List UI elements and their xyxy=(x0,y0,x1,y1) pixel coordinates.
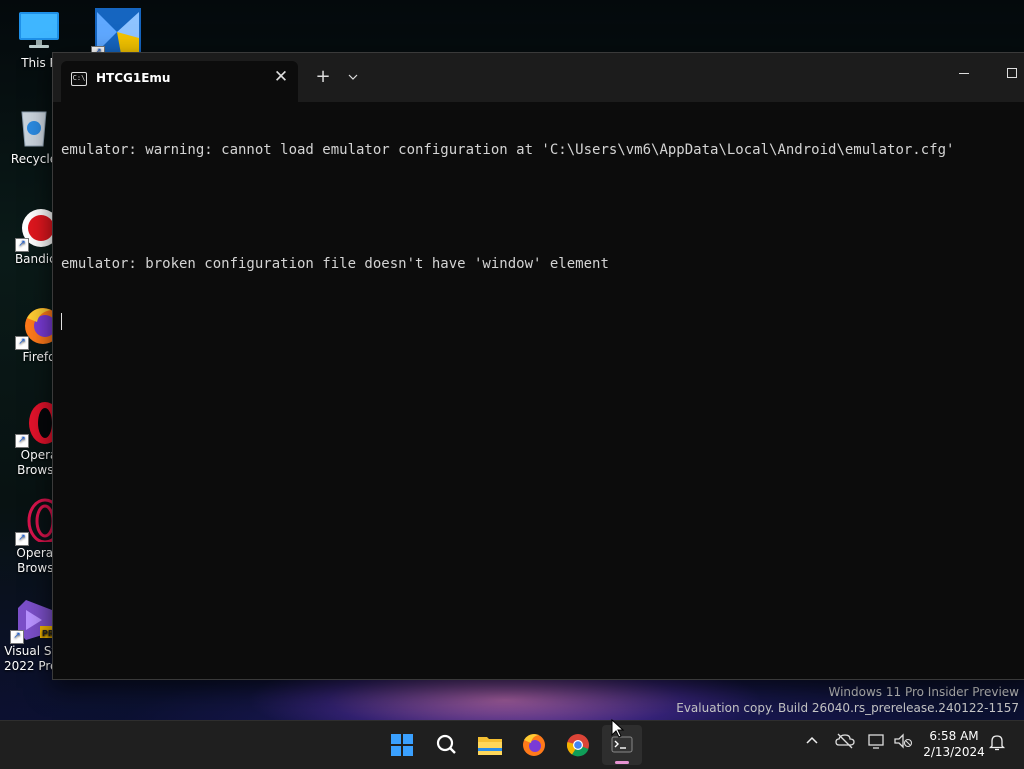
recycle-bin-icon xyxy=(12,104,56,148)
firefox-taskbar-button[interactable] xyxy=(514,725,554,765)
shortcut-arrow-icon: ↗ xyxy=(15,434,29,448)
start-icon xyxy=(391,734,413,756)
search-icon xyxy=(436,734,456,754)
terminal-window[interactable]: C:\ HTCG1Emu ✕ + emulator: warning: cann… xyxy=(52,52,1024,680)
mouse-pointer-icon xyxy=(611,719,625,738)
file-explorer-icon xyxy=(478,737,502,755)
chrome-icon xyxy=(566,734,589,757)
new-tab-button[interactable]: + xyxy=(312,66,334,88)
clock-date: 2/13/2024 xyxy=(923,745,985,759)
console-prompt-line[interactable] xyxy=(61,312,1024,331)
console-output[interactable]: emulator: warning: cannot load emulator … xyxy=(61,102,1024,679)
network-icon xyxy=(868,734,884,749)
tab-htcg1emu[interactable]: C:\ HTCG1Emu ✕ xyxy=(61,61,298,102)
search-button[interactable] xyxy=(426,725,466,765)
windows-watermark: Windows 11 Pro Insider Preview Evaluatio… xyxy=(676,685,1019,715)
file-explorer-button[interactable] xyxy=(470,725,510,765)
text-cursor xyxy=(61,312,62,330)
this-pc-icon xyxy=(17,8,61,52)
start-button[interactable] xyxy=(382,725,422,765)
shortcut-arrow-icon: ↗ xyxy=(15,532,29,546)
close-tab-button[interactable]: ✕ xyxy=(271,67,291,87)
cloud-offline-icon xyxy=(835,733,855,749)
volume-tray-button[interactable] xyxy=(893,733,913,753)
bell-icon xyxy=(988,735,1006,751)
volume-muted-icon xyxy=(894,733,913,749)
visual-studio-icon: PR ↗ xyxy=(10,596,56,644)
tab-title: HTCG1Emu xyxy=(96,71,171,85)
chrome-taskbar-button[interactable] xyxy=(558,725,598,765)
shortcut-arrow-icon: ↗ xyxy=(15,336,29,350)
minimize-button[interactable] xyxy=(949,59,979,87)
chevron-down-icon xyxy=(348,74,358,80)
clock-time: 6:58 AM xyxy=(929,729,979,743)
tab-dropdown-button[interactable] xyxy=(343,66,363,88)
command-prompt-icon: C:\ xyxy=(71,72,87,86)
onedrive-tray-button[interactable] xyxy=(835,733,855,753)
notifications-button[interactable] xyxy=(987,733,1007,755)
vs-installer-icon: ↗ xyxy=(91,8,141,60)
chevron-up-icon xyxy=(806,736,818,744)
network-tray-button[interactable] xyxy=(867,733,887,753)
taskbar: 6:58 AM 2/13/2024 xyxy=(0,720,1024,769)
active-app-indicator xyxy=(615,761,629,764)
shortcut-arrow-icon: ↗ xyxy=(15,238,29,252)
console-line: emulator: broken configuration file does… xyxy=(61,256,609,272)
console-line: emulator: warning: cannot load emulator … xyxy=(61,142,955,158)
shortcut-arrow-icon: ↗ xyxy=(10,630,24,644)
maximize-button[interactable] xyxy=(1001,59,1024,87)
clock[interactable]: 6:58 AM 2/13/2024 xyxy=(918,728,990,760)
title-bar[interactable]: C:\ HTCG1Emu ✕ + xyxy=(53,53,1024,102)
firefox-icon xyxy=(523,734,545,756)
show-hidden-icons-button[interactable] xyxy=(804,733,820,749)
